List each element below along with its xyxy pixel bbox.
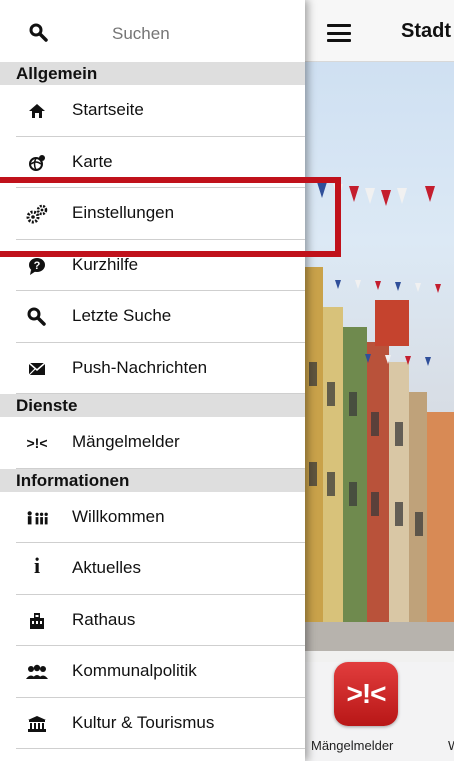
menu-item-rathaus[interactable]: Rathaus xyxy=(16,595,305,646)
gears-icon xyxy=(26,204,48,224)
navigation-drawer: Allgemein Startseite Karte Einstellungen… xyxy=(0,0,305,761)
help-bubble-icon: ? xyxy=(26,256,48,276)
menu-label: Willkommen xyxy=(72,506,165,526)
main-content: Stadt >!< Mängelmelder W xyxy=(305,0,454,761)
townhall-icon xyxy=(26,611,48,631)
menu-label: Aktuelles xyxy=(72,558,141,577)
people-group-icon xyxy=(26,508,48,528)
council-group-icon xyxy=(26,662,48,682)
menu-label: Rathaus xyxy=(72,609,136,629)
menu-item-aktuelles[interactable]: i Aktuelles xyxy=(16,543,305,595)
menu-label: Einstellungen xyxy=(72,203,175,222)
town-photo xyxy=(305,62,454,662)
menu-item-kultur-tourismus[interactable]: Kultur & Tourismus xyxy=(16,698,305,749)
menu-item-willkommen[interactable]: Willkommen xyxy=(16,492,305,543)
second-tile-label[interactable]: W xyxy=(448,738,454,753)
menu-label: Kurzhilfe xyxy=(72,254,139,274)
museum-icon xyxy=(26,714,48,734)
search-icon xyxy=(29,23,48,42)
menu-item-einstellungen[interactable]: Einstellungen xyxy=(16,188,305,240)
menu-item-kurzhilfe[interactable]: ? Kurzhilfe xyxy=(16,240,305,291)
maengelmelder-icon: >!< xyxy=(26,435,48,451)
menu-label: Karte xyxy=(72,151,113,171)
menu-item-kommunalpolitik[interactable]: Kommunalpolitik xyxy=(16,646,305,698)
menu-label: Kultur & Tourismus xyxy=(72,712,215,732)
globe-map-icon xyxy=(26,153,48,173)
search-history-icon xyxy=(26,307,48,327)
maengelmelder-tile-icon[interactable]: >!< xyxy=(334,662,398,726)
maengelmelder-tile-label[interactable]: Mängelmelder xyxy=(311,738,393,753)
top-bar: Stadt xyxy=(305,0,454,62)
section-header-informationen: Informationen xyxy=(0,468,305,492)
search-row xyxy=(0,0,305,62)
menu-label: Startseite xyxy=(72,100,144,119)
app-title: Stadt xyxy=(401,20,451,42)
menu-item-karte[interactable]: Karte xyxy=(16,137,305,188)
menu-item-push-nachrichten[interactable]: Push-Nachrichten xyxy=(16,343,305,394)
menu-label: Kommunalpolitik xyxy=(72,661,197,680)
menu-label: Push-Nachrichten xyxy=(72,357,208,377)
menu-item-letzte-suche[interactable]: Letzte Suche xyxy=(16,291,305,343)
menu-item-maengelmelder[interactable]: >!< Mängelmelder xyxy=(16,417,305,469)
home-icon xyxy=(26,101,48,121)
section-header-allgemein: Allgemein xyxy=(0,62,305,85)
hamburger-menu-icon[interactable] xyxy=(327,24,351,42)
menu-item-startseite[interactable]: Startseite xyxy=(16,85,305,137)
menu-label: Letzte Suche xyxy=(72,306,172,325)
search-input[interactable] xyxy=(112,24,272,44)
envelope-icon xyxy=(26,359,48,379)
section-header-dienste: Dienste xyxy=(0,394,305,417)
svg-text:?: ? xyxy=(34,260,41,272)
menu-label: Mängelmelder xyxy=(72,432,180,451)
info-icon: i xyxy=(33,553,41,578)
